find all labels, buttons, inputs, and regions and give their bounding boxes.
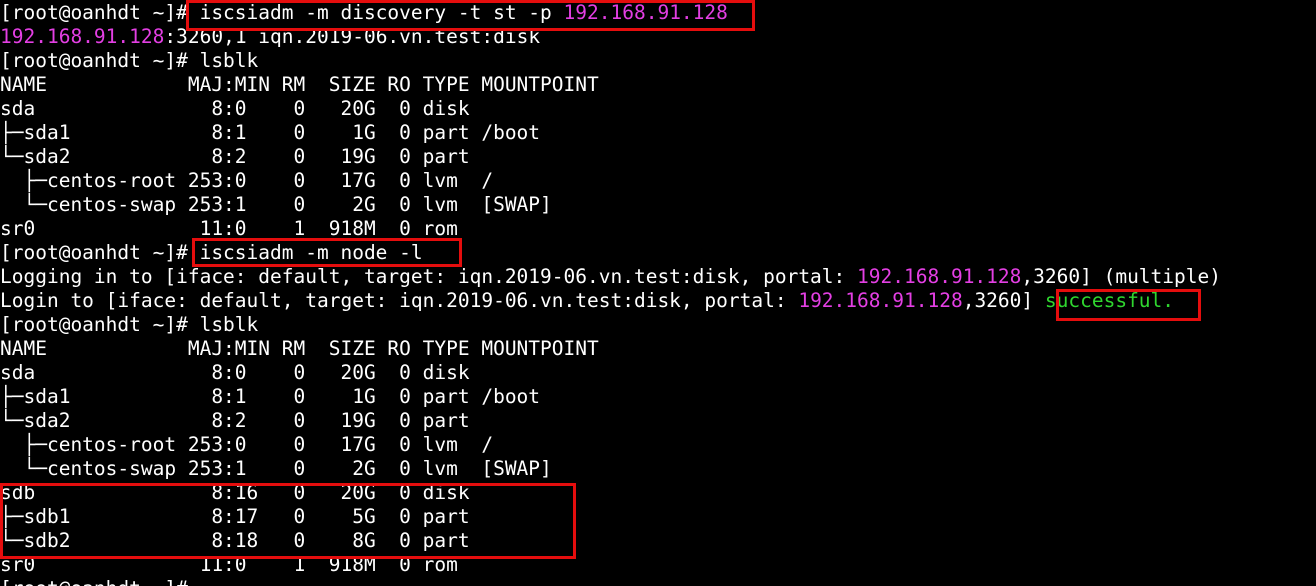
terminal-line: [root@oanhdt ~]# lsblk bbox=[0, 49, 258, 73]
terminal-line: sdb 8:16 0 20G 0 disk bbox=[0, 481, 470, 505]
terminal-text: sdb 8:16 0 20G 0 disk bbox=[0, 481, 470, 504]
terminal-text: [root@oanhdt ~]# lsblk bbox=[0, 49, 259, 72]
success-text: successful. bbox=[1044, 289, 1175, 312]
terminal-text: Login to [iface: default, target: iqn.20… bbox=[0, 289, 799, 312]
ip-address-text: 192.168.91.128 bbox=[857, 265, 1022, 288]
terminal-line: sda 8:0 0 20G 0 disk bbox=[0, 361, 470, 385]
ip-address-text: 192.168.91.128 bbox=[0, 25, 165, 48]
terminal-text: NAME MAJ:MIN RM SIZE RO TYPE MOUNTPOINT bbox=[0, 337, 599, 360]
terminal-line: ├─sdb1 8:17 0 5G 0 part bbox=[0, 505, 470, 529]
terminal-text: [root@oanhdt ~]# bbox=[0, 577, 200, 586]
terminal-line: Logging in to [iface: default, target: i… bbox=[0, 265, 1221, 289]
terminal-text: [root@oanhdt ~]# iscsiadm -m discovery -… bbox=[0, 1, 564, 24]
terminal-window[interactable]: [root@oanhdt ~]# iscsiadm -m discovery -… bbox=[0, 0, 1316, 586]
terminal-text: └─sdb2 8:18 0 8G 0 part bbox=[0, 529, 470, 552]
terminal-text: ,3260] bbox=[962, 289, 1045, 312]
terminal-line: └─sdb2 8:18 0 8G 0 part bbox=[0, 529, 470, 553]
ip-address-text: 192.168.91.128 bbox=[798, 289, 963, 312]
terminal-text: └─centos-swap 253:1 0 2G 0 lvm [SWAP] bbox=[0, 457, 552, 480]
terminal-line: └─sda2 8:2 0 19G 0 part bbox=[0, 409, 470, 433]
terminal-text: ├─sdb1 8:17 0 5G 0 part bbox=[0, 505, 470, 528]
terminal-text: NAME MAJ:MIN RM SIZE RO TYPE MOUNTPOINT bbox=[0, 73, 599, 96]
terminal-line: sr0 11:0 1 918M 0 rom bbox=[0, 217, 458, 241]
terminal-line: Login to [iface: default, target: iqn.20… bbox=[0, 289, 1174, 313]
terminal-text: ├─sda1 8:1 0 1G 0 part /boot bbox=[0, 121, 541, 144]
terminal-text: └─centos-swap 253:1 0 2G 0 lvm [SWAP] bbox=[0, 193, 552, 216]
terminal-text: ├─sda1 8:1 0 1G 0 part /boot bbox=[0, 385, 541, 408]
terminal-text: └─sda2 8:2 0 19G 0 part bbox=[0, 409, 470, 432]
ip-address-text: 192.168.91.128 bbox=[563, 1, 728, 24]
terminal-line: [root@oanhdt ~]# iscsiadm -m discovery -… bbox=[0, 1, 728, 25]
terminal-line: [root@oanhdt ~]# lsblk bbox=[0, 313, 258, 337]
terminal-line: NAME MAJ:MIN RM SIZE RO TYPE MOUNTPOINT bbox=[0, 337, 599, 361]
terminal-text: [root@oanhdt ~]# lsblk bbox=[0, 313, 259, 336]
terminal-text: [root@oanhdt ~]# iscsiadm -m node -l bbox=[0, 241, 423, 264]
terminal-line: sda 8:0 0 20G 0 disk bbox=[0, 97, 470, 121]
terminal-line: NAME MAJ:MIN RM SIZE RO TYPE MOUNTPOINT bbox=[0, 73, 599, 97]
terminal-text: ├─centos-root 253:0 0 17G 0 lvm / bbox=[0, 433, 494, 456]
terminal-line: ├─sda1 8:1 0 1G 0 part /boot bbox=[0, 385, 540, 409]
terminal-text: sr0 11:0 1 918M 0 rom bbox=[0, 217, 458, 240]
terminal-line: ├─sda1 8:1 0 1G 0 part /boot bbox=[0, 121, 540, 145]
terminal-text: └─sda2 8:2 0 19G 0 part bbox=[0, 145, 470, 168]
terminal-line: sr0 11:0 1 918M 0 rom bbox=[0, 553, 458, 577]
terminal-text: ├─centos-root 253:0 0 17G 0 lvm / bbox=[0, 169, 494, 192]
terminal-line: [root@oanhdt ~]# iscsiadm -m node -l bbox=[0, 241, 423, 265]
terminal-text: ,3260] (multiple) bbox=[1021, 265, 1221, 288]
terminal-line: 192.168.91.128:3260,1 iqn.2019-06.vn.tes… bbox=[0, 25, 540, 49]
terminal-text: Logging in to [iface: default, target: i… bbox=[0, 265, 858, 288]
terminal-text: sr0 11:0 1 918M 0 rom bbox=[0, 553, 458, 576]
terminal-text: sda 8:0 0 20G 0 disk bbox=[0, 361, 470, 384]
terminal-line: └─centos-swap 253:1 0 2G 0 lvm [SWAP] bbox=[0, 193, 552, 217]
terminal-line: └─sda2 8:2 0 19G 0 part bbox=[0, 145, 470, 169]
terminal-line: └─centos-swap 253:1 0 2G 0 lvm [SWAP] bbox=[0, 457, 552, 481]
terminal-line: [root@oanhdt ~]# bbox=[0, 577, 200, 586]
terminal-line: ├─centos-root 253:0 0 17G 0 lvm / bbox=[0, 433, 493, 457]
terminal-line: ├─centos-root 253:0 0 17G 0 lvm / bbox=[0, 169, 493, 193]
terminal-text: :3260,1 iqn.2019-06.vn.test:disk bbox=[164, 25, 541, 48]
terminal-text: sda 8:0 0 20G 0 disk bbox=[0, 97, 470, 120]
